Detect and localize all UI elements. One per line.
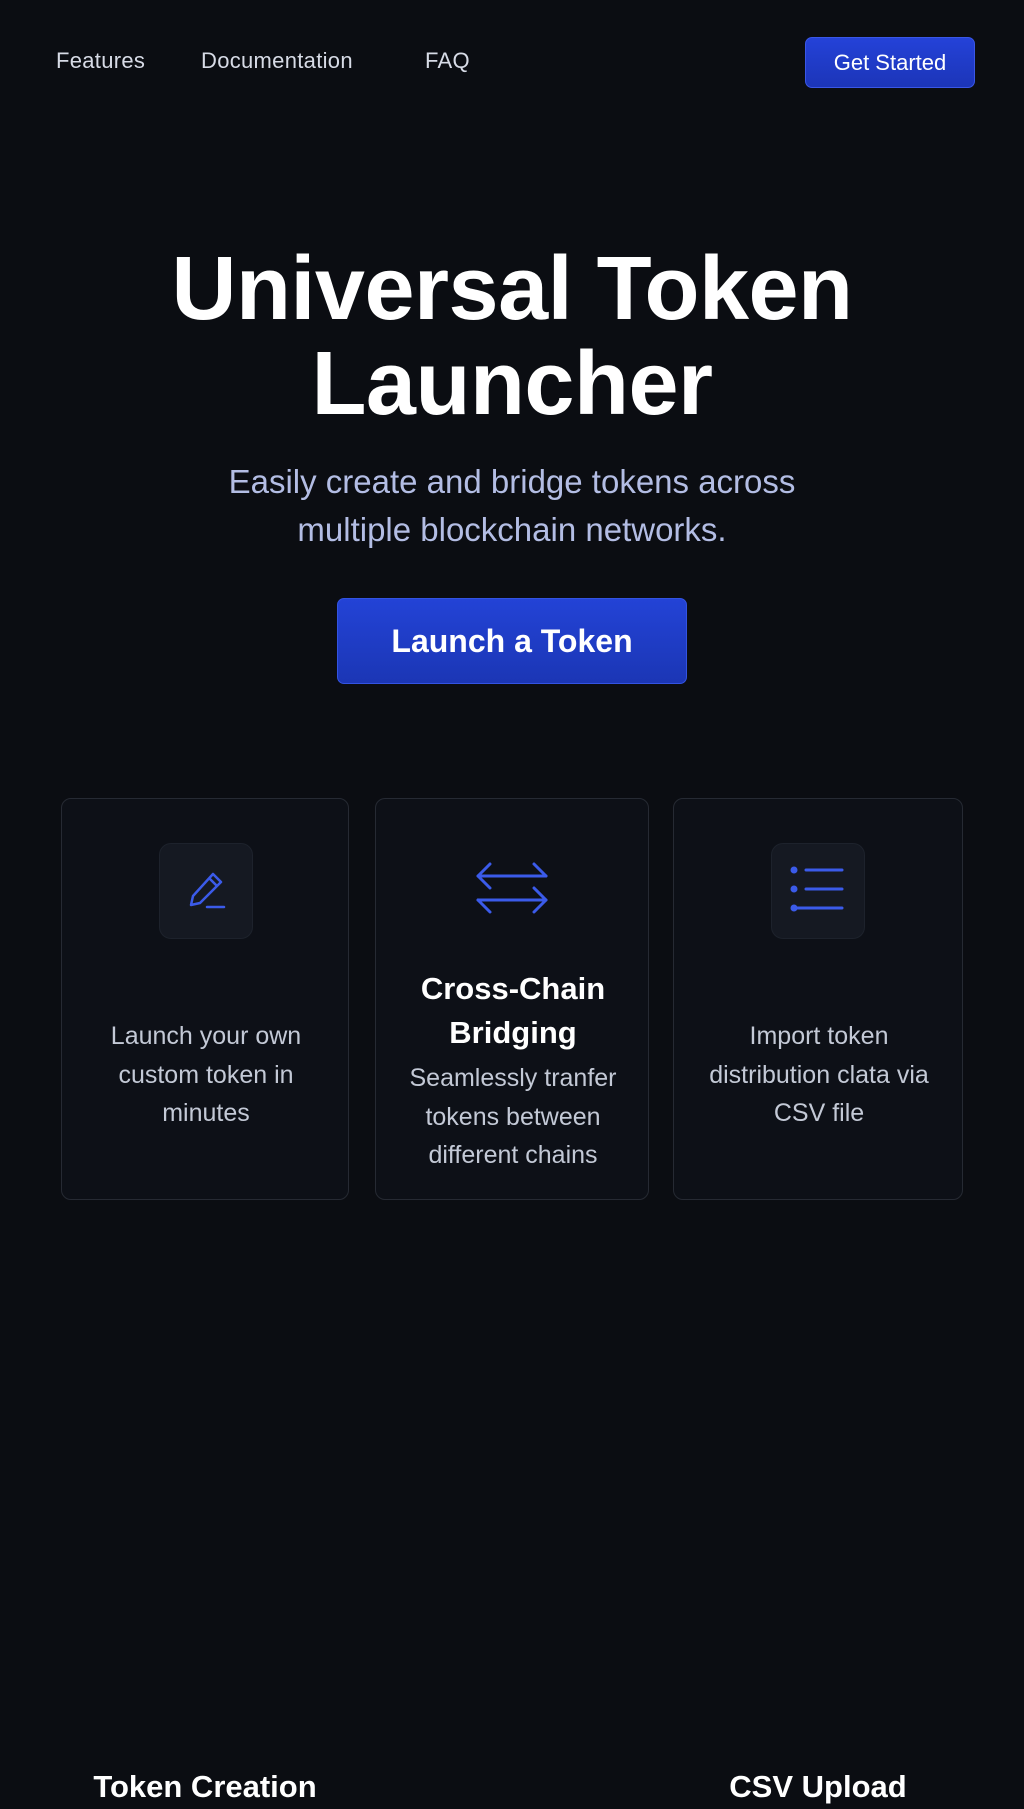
pen-icon [182,865,230,918]
get-started-button[interactable]: Get Started [805,37,975,88]
nav-link-features[interactable]: Features [56,48,145,74]
feature-card-token-creation: Token Creation Launch your own custom to… [61,798,349,1804]
feature-card-cross-chain-bridging: Cross-Chain Bridging Seamlessly tranfer … [375,798,649,1200]
arrows-exchange-icon [474,858,550,923]
feature-title: Token Creation [93,1769,317,1804]
feature-description: Seamlessly tranfer tokens between differ… [409,1064,617,1169]
feature-title: Cross-Chain Bridging [420,971,606,1050]
hero-subtitle: Easily create and bridge tokens across m… [228,463,796,548]
launch-token-button[interactable]: Launch a Token [337,598,687,684]
feature-title: CSV Upload [729,1769,907,1804]
icon-container [771,843,865,939]
feature-card-csv-upload: CSV Upload Import token distribution cla… [673,798,963,1804]
nav-link-documentation[interactable]: Documentation [201,48,353,74]
list-icon [790,864,846,919]
feature-description: Launch your own custom token in minutes [110,1022,302,1127]
icon-container [474,857,550,923]
nav-link-faq[interactable]: FAQ [425,48,470,74]
hero-title: Universal Token Launcher [171,239,853,434]
feature-description: Import token distribution clata via CSV … [709,1022,929,1127]
top-navigation: Features Documentation FAQ Get Started [0,0,1024,126]
icon-container [159,843,253,939]
